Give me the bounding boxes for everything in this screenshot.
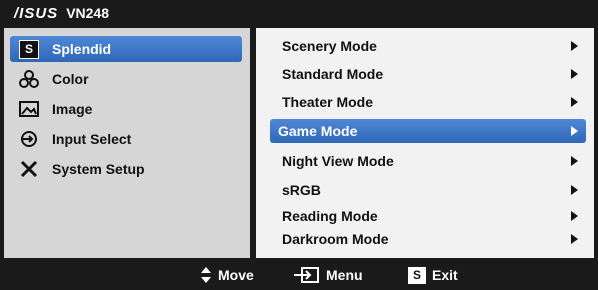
chevron-right-icon (571, 211, 578, 221)
key-guide: Move Menu S Exit (0, 260, 598, 290)
brand-logo: /ISUS (14, 4, 59, 22)
nav-item-label: Color (52, 71, 89, 87)
nav-item-label: Splendid (52, 41, 112, 57)
mode-item-darkroom[interactable]: Darkroom Mode (274, 227, 586, 251)
mode-item-scenery[interactable]: Scenery Mode (274, 34, 586, 58)
exit-hint: S Exit (408, 260, 458, 290)
mode-item-reading[interactable]: Reading Mode (274, 204, 586, 228)
nav-item-label: System Setup (52, 161, 145, 177)
nav-item-label: Input Select (52, 131, 132, 147)
nav-item-system-setup[interactable]: System Setup (10, 156, 242, 182)
menu-label: Menu (326, 267, 363, 283)
chevron-right-icon (571, 126, 578, 136)
main-menu: S Splendid Color Image Input Select Syst… (4, 28, 250, 258)
chevron-right-icon (571, 69, 578, 79)
nav-item-input-select[interactable]: Input Select (10, 126, 242, 152)
move-hint: Move (200, 260, 254, 290)
exit-label: Exit (432, 267, 458, 283)
up-down-arrows-icon (200, 266, 212, 284)
mode-item-standard[interactable]: Standard Mode (274, 62, 586, 86)
osd-menu: /ISUS VN248 S Splendid Color Image Input… (0, 0, 598, 290)
chevron-right-icon (571, 234, 578, 244)
input-select-icon (18, 129, 40, 149)
model-name: VN248 (66, 5, 109, 21)
chevron-right-icon (571, 185, 578, 195)
splendid-s-icon: S (408, 266, 426, 284)
submenu-splendid: Scenery Mode Standard Mode Theater Mode … (256, 28, 594, 258)
mode-item-srgb[interactable]: sRGB (274, 178, 586, 202)
chevron-right-icon (571, 41, 578, 51)
mode-item-game[interactable]: Game Mode (270, 119, 586, 143)
splendid-s-icon: S (18, 39, 40, 59)
enter-key-icon (292, 266, 320, 284)
mode-item-theater[interactable]: Theater Mode (274, 90, 586, 114)
mode-item-night-view[interactable]: Night View Mode (274, 149, 586, 173)
chevron-right-icon (571, 156, 578, 166)
system-setup-icon (18, 159, 40, 179)
color-icon (18, 69, 40, 89)
nav-item-color[interactable]: Color (10, 66, 242, 92)
chevron-right-icon (571, 97, 578, 107)
move-label: Move (218, 267, 254, 283)
nav-item-label: Image (52, 101, 93, 117)
title-bar: /ISUS VN248 (0, 0, 598, 26)
menu-body: S Splendid Color Image Input Select Syst… (4, 28, 594, 258)
menu-hint: Menu (292, 260, 363, 290)
nav-item-splendid[interactable]: S Splendid (10, 36, 242, 62)
image-icon (18, 99, 40, 119)
nav-item-image[interactable]: Image (10, 96, 242, 122)
